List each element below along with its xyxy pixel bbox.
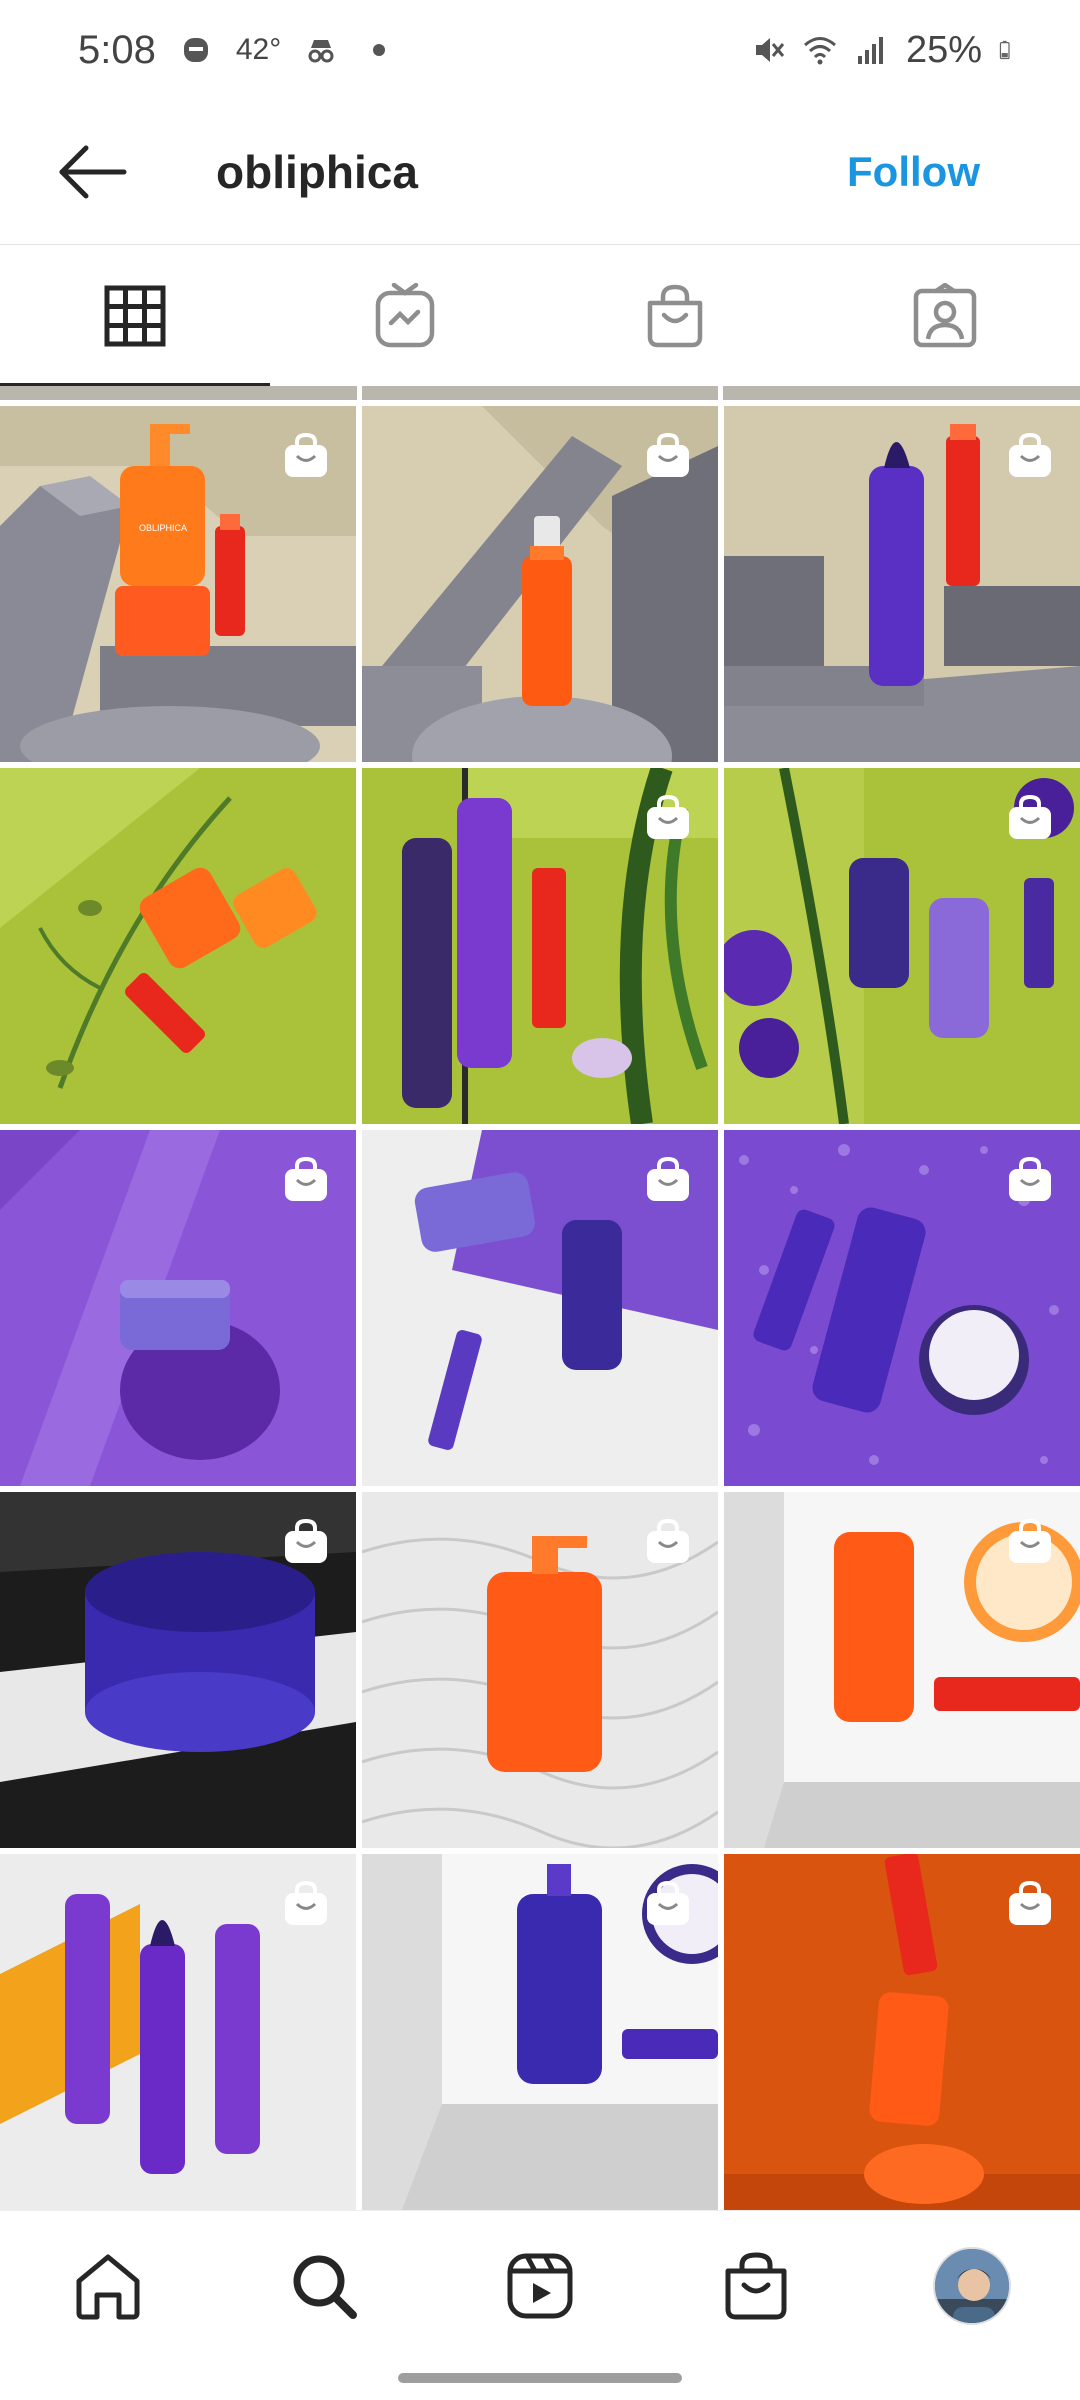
grid-icon — [104, 285, 166, 347]
nav-home[interactable] — [48, 2226, 168, 2346]
post-tile[interactable] — [0, 1854, 356, 2210]
status-temperature: 42° — [235, 33, 282, 66]
tab-grid[interactable] — [0, 246, 270, 386]
tagged-person-icon — [913, 283, 977, 348]
mute-icon — [755, 38, 785, 62]
bottom-navigation — [0, 2210, 1080, 2360]
post-tile[interactable]: OBLIPHICA — [0, 406, 356, 762]
status-time: 5:08 — [78, 27, 156, 72]
nav-search[interactable] — [264, 2226, 384, 2346]
profile-tabs — [0, 246, 1080, 386]
post-image — [0, 768, 356, 1124]
shopping-bag-icon — [1009, 1880, 1051, 1925]
gesture-bar[interactable] — [398, 2373, 682, 2383]
post-tile[interactable] — [0, 1492, 356, 1848]
shopping-bag-icon — [647, 284, 703, 348]
shopping-bag-icon — [647, 1880, 689, 1925]
post-tile[interactable] — [724, 768, 1080, 1124]
status-bar: 5:08 42° 25% — [0, 0, 1080, 100]
home-icon — [76, 2254, 140, 2319]
wifi-icon — [803, 37, 836, 65]
tab-igtv[interactable] — [270, 246, 540, 386]
shopping-bag-icon — [285, 432, 327, 477]
post-grid: OBLIPHICA — [0, 386, 1080, 2210]
shopping-bag-icon — [647, 1518, 689, 1563]
nav-shop[interactable] — [696, 2226, 816, 2346]
igtv-icon — [375, 283, 435, 348]
avatar — [933, 2246, 1011, 2325]
tab-shop[interactable] — [540, 246, 810, 386]
incognito-icon — [308, 40, 334, 63]
shopping-bag-icon — [1009, 432, 1051, 477]
product-brand-text: OBLIPHICA — [139, 523, 187, 533]
dot-icon — [373, 44, 386, 56]
shopping-bag-icon — [725, 2251, 787, 2319]
battery-icon — [999, 40, 1010, 60]
shopping-bag-icon — [647, 794, 689, 839]
post-tile[interactable] — [724, 406, 1080, 762]
post-tile[interactable] — [362, 406, 718, 762]
post-tile[interactable] — [0, 768, 356, 1124]
notification-icon — [183, 38, 208, 62]
post-tile[interactable] — [362, 1130, 718, 1486]
back-arrow-icon — [59, 145, 127, 199]
shopping-bag-icon — [1009, 1156, 1051, 1201]
signal-icon — [857, 37, 883, 64]
post-tile[interactable] — [362, 1492, 718, 1848]
follow-button[interactable]: Follow — [847, 148, 980, 196]
reels-icon — [507, 2253, 573, 2318]
profile-username: obliphica — [216, 146, 418, 198]
post-tile[interactable] — [724, 1854, 1080, 2210]
avatar-image — [935, 2248, 1009, 2323]
post-tile[interactable] — [362, 768, 718, 1124]
post-tile[interactable] — [724, 1492, 1080, 1848]
previous-row-strip — [0, 386, 1080, 400]
nav-profile[interactable] — [912, 2226, 1032, 2346]
nav-reels[interactable] — [480, 2226, 600, 2346]
shopping-bag-icon — [1009, 794, 1051, 839]
shopping-bag-icon — [647, 1156, 689, 1201]
shopping-bag-icon — [285, 1880, 327, 1925]
battery-percentage: 25% — [905, 28, 982, 71]
shopping-bag-icon — [647, 432, 689, 477]
back-button[interactable] — [32, 112, 152, 232]
shopping-bag-icon — [285, 1156, 327, 1201]
tab-tagged[interactable] — [810, 246, 1080, 386]
search-icon — [293, 2255, 357, 2319]
shopping-bag-icon — [1009, 1518, 1051, 1563]
post-tile[interactable] — [0, 1130, 356, 1486]
post-tile[interactable] — [724, 1130, 1080, 1486]
shopping-bag-icon — [285, 1518, 327, 1563]
profile-header: obliphica Follow — [0, 100, 1080, 245]
post-tile[interactable] — [362, 1854, 718, 2210]
